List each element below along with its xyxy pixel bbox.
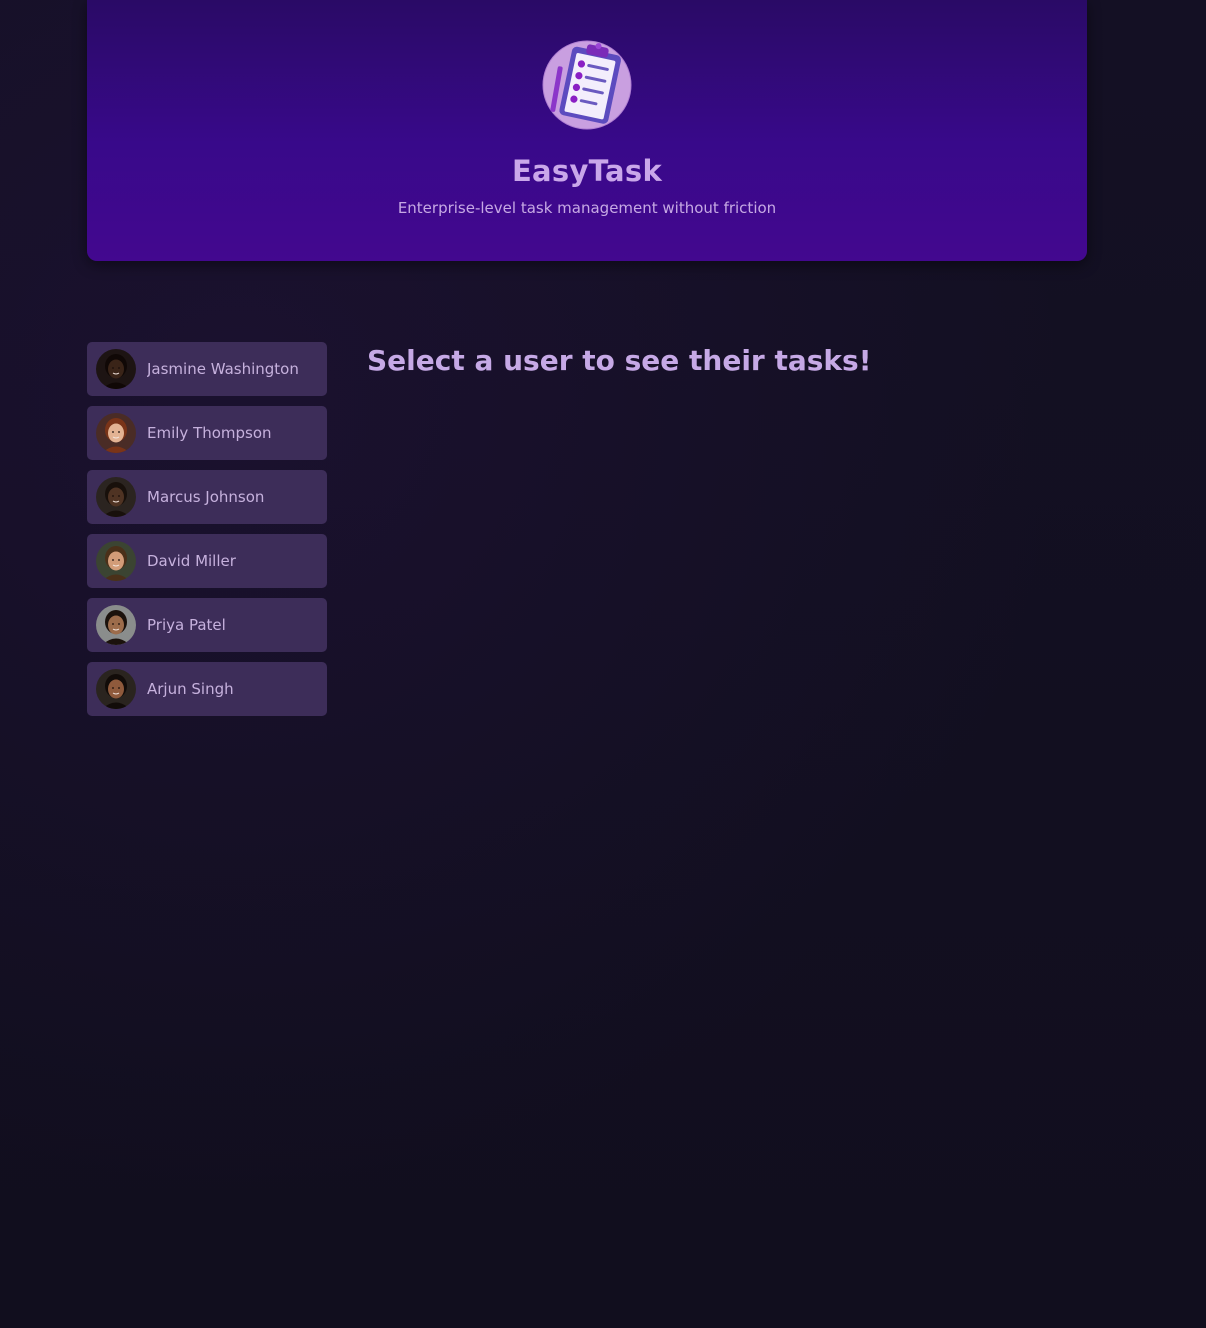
app-subtitle: Enterprise-level task management without… (397, 199, 777, 217)
avatar (96, 669, 136, 709)
user-name: Arjun Singh (147, 680, 234, 698)
avatar (96, 349, 136, 389)
user-button-arjun-singh[interactable]: Arjun Singh (87, 662, 327, 716)
list-item: David Miller (87, 534, 327, 588)
list-item: Emily Thompson (87, 406, 327, 460)
user-name: David Miller (147, 552, 236, 570)
user-list: Jasmine Washington Emily Thompson Marcus… (87, 342, 327, 726)
avatar (96, 477, 136, 517)
list-item: Marcus Johnson (87, 470, 327, 524)
avatar (96, 413, 136, 453)
list-item: Jasmine Washington (87, 342, 327, 396)
user-button-priya-patel[interactable]: Priya Patel (87, 598, 327, 652)
user-button-marcus-johnson[interactable]: Marcus Johnson (87, 470, 327, 524)
avatar (96, 541, 136, 581)
select-user-prompt: Select a user to see their tasks! (367, 344, 872, 377)
user-button-david-miller[interactable]: David Miller (87, 534, 327, 588)
app-title: EasyTask (511, 154, 663, 188)
list-item: Priya Patel (87, 598, 327, 652)
list-item: Arjun Singh (87, 662, 327, 716)
user-name: Emily Thompson (147, 424, 272, 442)
app-header: EasyTask Enterprise-level task managemen… (87, 0, 1087, 261)
clipboard-tasks-icon (541, 36, 633, 132)
user-button-jasmine-washington[interactable]: Jasmine Washington (87, 342, 327, 396)
user-name: Marcus Johnson (147, 488, 265, 506)
avatar (96, 605, 136, 645)
user-name: Jasmine Washington (147, 360, 299, 378)
user-name: Priya Patel (147, 616, 226, 634)
user-button-emily-thompson[interactable]: Emily Thompson (87, 406, 327, 460)
